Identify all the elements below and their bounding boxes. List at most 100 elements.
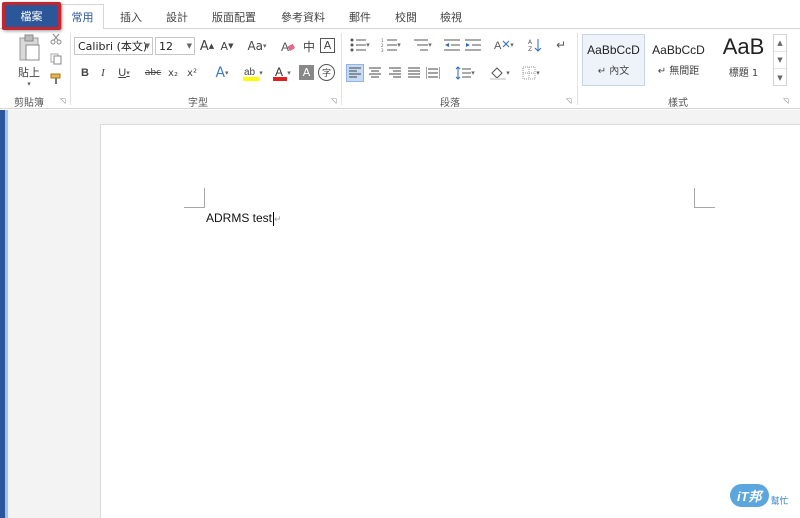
line-spacing-icon	[455, 66, 472, 80]
paste-label: 貼上	[18, 66, 40, 79]
subscript-label: x₂	[168, 67, 178, 79]
align-right-button[interactable]	[387, 65, 403, 81]
superscript-label: x²	[187, 67, 197, 79]
pilcrow-icon: ↵	[555, 38, 567, 52]
bold-label: B	[81, 67, 89, 79]
format-painter-button[interactable]	[48, 71, 64, 87]
align-left-button[interactable]	[346, 64, 364, 82]
file-tab[interactable]: 檔案	[2, 2, 61, 30]
clipboard-group-label: 剪貼簿	[14, 98, 44, 109]
strikethrough-button[interactable]: abc	[143, 65, 163, 81]
enclose-characters-label: 字	[321, 69, 331, 79]
highlight-button[interactable]: ab ▾	[240, 63, 266, 83]
shrink-font-label: A	[220, 39, 229, 53]
text-effects-label: A	[215, 65, 226, 81]
align-center-button[interactable]	[367, 65, 383, 81]
tab-references[interactable]: 參考資料	[274, 4, 332, 30]
asian-layout-button[interactable]: A ▾	[490, 37, 518, 53]
increase-indent-button[interactable]	[464, 37, 482, 53]
watermark-sub: 幫忙	[770, 497, 789, 507]
subscript-button[interactable]: x₂	[165, 65, 181, 81]
eraser-icon: A	[281, 40, 295, 53]
clear-formatting-button[interactable]: A	[279, 38, 297, 54]
multilevel-list-icon	[414, 39, 429, 51]
phonetic-guide-button[interactable]: 中	[300, 38, 318, 54]
font-name-combo[interactable]: Calibri (本文) ▼	[74, 37, 153, 55]
crop-mark-top-right	[694, 188, 715, 208]
copy-icon	[50, 53, 62, 65]
paste-button[interactable]: 貼上 ▾	[12, 32, 46, 90]
multilevel-list-button[interactable]: ▾	[408, 37, 436, 53]
shrink-font-button[interactable]: A ▼	[219, 38, 235, 54]
tab-home[interactable]: 常用	[61, 4, 104, 30]
tab-view[interactable]: 檢視	[431, 4, 471, 30]
styles-launcher-icon[interactable]: ◹	[783, 97, 791, 105]
paste-icon	[19, 34, 40, 61]
document-body-text[interactable]: ADRMS test ↵	[206, 211, 282, 226]
font-size-value: 12	[159, 39, 173, 53]
styles-group-label: 樣式	[668, 98, 688, 109]
document-text: ADRMS test	[206, 211, 273, 225]
document-page[interactable]	[100, 124, 800, 518]
line-spacing-button[interactable]: ▾	[452, 64, 478, 82]
tab-design[interactable]: 設計	[157, 4, 197, 30]
sort-icon: AZ	[528, 39, 542, 52]
style-no-spacing[interactable]: AaBbCcD ↵ 無間距	[647, 34, 710, 86]
show-formatting-marks-button[interactable]: ↵	[553, 37, 569, 53]
underline-button[interactable]: U ▾	[114, 65, 134, 81]
font-size-combo[interactable]: 12 ▼	[155, 37, 195, 55]
paragraph-launcher-icon[interactable]: ◹	[566, 97, 574, 105]
sort-button[interactable]: AZ	[526, 37, 544, 53]
font-name-value: Calibri (本文)	[78, 40, 148, 53]
scroll-up-icon[interactable]: ▲	[774, 35, 786, 52]
clipboard-launcher-icon[interactable]: ◹	[60, 97, 68, 105]
scroll-down-icon[interactable]: ▼	[774, 52, 786, 69]
style-normal[interactable]: AaBbCcD ↵ 內文	[582, 34, 645, 86]
underline-label: U	[118, 67, 127, 79]
copy-button[interactable]	[48, 51, 64, 67]
grow-font-button[interactable]: A ▲	[199, 38, 215, 54]
text-effects-button[interactable]: A ▾	[210, 65, 234, 81]
tab-insert[interactable]: 插入	[111, 4, 151, 30]
distributed-button[interactable]	[425, 65, 441, 81]
tab-review[interactable]: 校閱	[386, 4, 426, 30]
font-color-button[interactable]: A ▾	[270, 63, 294, 83]
cut-button[interactable]	[48, 31, 64, 47]
superscript-button[interactable]: x²	[184, 65, 200, 81]
style-heading-1[interactable]: AaB 標題 1	[712, 34, 775, 86]
bold-button[interactable]: B	[78, 65, 92, 81]
bullets-button[interactable]: ▾	[346, 37, 374, 53]
paintbrush-icon	[50, 73, 61, 84]
italic-button[interactable]: I	[96, 65, 110, 81]
style-name: ↵ 內文	[597, 66, 630, 77]
indent-icon	[465, 39, 481, 51]
styles-scroll: ▲ ▼ ▼	[773, 34, 787, 86]
style-sample: AaBbCcD	[652, 43, 705, 57]
borders-button[interactable]: ▾	[518, 64, 544, 82]
decrease-indent-button[interactable]	[443, 37, 461, 53]
tab-mailings[interactable]: 郵件	[340, 4, 380, 30]
character-shading-button[interactable]: A	[299, 65, 314, 80]
character-border-button[interactable]: A	[320, 38, 335, 53]
numbering-icon: 123	[381, 38, 398, 52]
align-center-icon	[369, 67, 381, 78]
more-styles-icon[interactable]: ▼	[774, 69, 786, 86]
justify-button[interactable]	[406, 65, 422, 81]
numbering-button[interactable]: 1 2 3 ▾	[377, 37, 405, 53]
shading-button[interactable]: ▾	[487, 64, 513, 82]
scissors-icon	[50, 33, 62, 45]
ribbon-tab-bar: 檔案 常用 插入 設計 版面配置 參考資料 郵件 校閱 檢視	[0, 0, 800, 30]
style-sample: AaBbCcD	[587, 43, 640, 57]
group-separator	[577, 33, 578, 105]
font-group-label: 字型	[188, 98, 208, 109]
paste-dropdown-icon[interactable]: ▾	[27, 80, 31, 88]
font-launcher-icon[interactable]: ◹	[331, 97, 339, 105]
tab-layout[interactable]: 版面配置	[205, 4, 263, 30]
strikethrough-label: abc	[144, 68, 162, 78]
change-case-label: Aa	[247, 39, 264, 53]
change-case-button[interactable]: Aa ▾	[244, 38, 270, 54]
enclose-characters-button[interactable]: 字	[318, 64, 335, 81]
style-name: ↵ 無間距	[657, 66, 700, 77]
svg-text:Z: Z	[528, 46, 532, 52]
borders-icon	[522, 66, 536, 80]
